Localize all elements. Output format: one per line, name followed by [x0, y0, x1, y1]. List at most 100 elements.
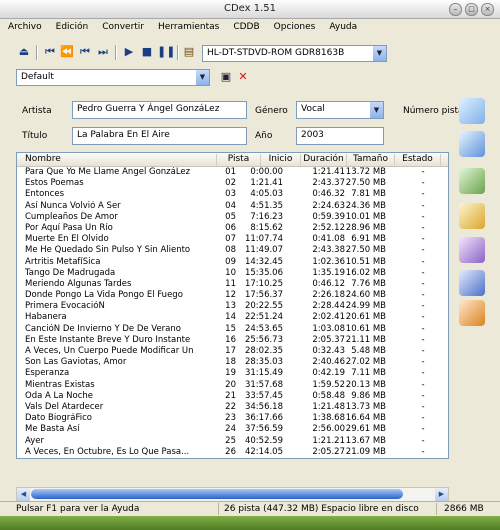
minimize-button[interactable]: – — [449, 3, 462, 16]
table-row[interactable]: Muerte En El Olvido 07 11:07.74 0:41.08 6.91… — [17, 234, 448, 245]
track-start: 24:53.65 — [244, 323, 283, 334]
table-row[interactable]: Por Aquí Pasa Un Río 06 8:15.62 2:52.12 28.9… — [17, 223, 448, 234]
track-name: Donde Pongo La Vida Pongo El Fuego — [25, 290, 183, 301]
cddb-query-icon[interactable] — [459, 270, 485, 296]
table-row[interactable]: Me He Quedado Sin Pulso Y Sin Aliento 08 1… — [17, 245, 448, 256]
eject-icon[interactable]: ⏏ — [16, 44, 32, 60]
desktop-background — [0, 516, 500, 530]
horizontal-scrollbar[interactable]: ◀ ▶ — [16, 487, 449, 502]
genre-label: Género — [255, 106, 288, 116]
table-row[interactable]: En Este Instante Breve Y Duro Instante 16… — [17, 335, 448, 346]
title-field[interactable]: La Palabra En El Aire — [72, 127, 247, 145]
track-status: - — [421, 245, 425, 256]
table-row[interactable]: Cumpleaños De Amor 05 7:16.23 0:59.39 10.01 … — [17, 212, 448, 223]
track-status: - — [421, 357, 425, 368]
extract-partial-icon[interactable] — [459, 168, 485, 194]
preset-select[interactable]: Default ▼ — [16, 69, 210, 86]
extract-mp3-icon[interactable] — [459, 131, 485, 157]
stop-icon[interactable]: ■ — [139, 44, 155, 60]
next-track-icon[interactable]: ⏭ — [95, 44, 111, 60]
track-duration: 2:43.37 — [312, 178, 345, 189]
scroll-right-icon[interactable]: ▶ — [435, 488, 448, 501]
menu-ayuda[interactable]: Ayuda — [321, 20, 363, 38]
track-size: 28.96 MB — [345, 222, 386, 233]
track-table: Nombre Pista Inicio Duración Tamaño Esta… — [16, 152, 449, 459]
table-row[interactable]: Tango De Madrugada 10 15:35.06 1:35.19 16.02… — [17, 268, 448, 279]
cd-info-icon[interactable]: ▤ — [181, 44, 197, 60]
table-row[interactable]: Me Basta Así 24 37:56.59 2:56.00 29.61 MB - — [17, 424, 448, 435]
convert-compressed-icon[interactable] — [459, 237, 485, 263]
table-row[interactable]: Son Las Gaviotas, Amor 18 28:35.03 2:40.46 2… — [17, 357, 448, 368]
table-row[interactable]: Mientras Existas 20 31:57.68 1:59.52 20.13 M… — [17, 380, 448, 391]
play-icon[interactable]: ▶ — [121, 44, 137, 60]
track-size: 20.13 MB — [345, 379, 386, 390]
prev-track-icon[interactable]: ⏮ — [77, 44, 93, 60]
close-button[interactable]: × — [481, 3, 494, 16]
track-start: 8:15.62 — [250, 222, 283, 233]
track-duration: 1:35.19 — [312, 267, 345, 278]
table-row[interactable]: A Veces, Un Cuerpo Puede Modificar Un ..… — [17, 346, 448, 357]
track-name: Oda A La Noche — [25, 390, 94, 401]
maximize-button[interactable]: □ — [465, 3, 478, 16]
table-row[interactable]: Estos Poemas 02 1:21.41 2:43.37 27.50 MB - — [17, 178, 448, 189]
table-row[interactable]: Donde Pongo La Vida Pongo El Fuego 12 17:5… — [17, 290, 448, 301]
extract-wav-icon[interactable] — [459, 98, 485, 124]
track-duration: 1:02.36 — [312, 256, 345, 267]
pause-icon[interactable]: ❚❚ — [157, 44, 175, 60]
table-row[interactable]: Esperanza 19 31:15.49 0:42.19 7.11 MB - — [17, 368, 448, 379]
table-row[interactable]: CancióN De Invierno Y De De Verano 15 24:5… — [17, 324, 448, 335]
skip-back-icon[interactable]: ⏮ — [42, 44, 58, 60]
column-header-duration[interactable]: Duración — [301, 154, 347, 166]
chevron-down-icon[interactable]: ▼ — [373, 46, 386, 61]
menu-edicion[interactable]: Edición — [48, 20, 95, 38]
column-header-start[interactable]: Inicio — [261, 154, 301, 166]
save-icon[interactable]: ▣ — [219, 70, 233, 84]
year-field[interactable]: 2003 — [296, 127, 384, 145]
rewind-icon[interactable]: ⏪ — [59, 44, 75, 60]
table-row[interactable]: Así Nunca Volvió A Ser 04 4:51.35 2:24.63 24… — [17, 201, 448, 212]
settings-icon[interactable] — [459, 300, 485, 326]
column-header-name[interactable]: Nombre — [17, 154, 217, 166]
table-row[interactable]: Ayer 25 40:52.59 1:21.21 13.67 MB - — [17, 436, 448, 447]
window-title: CDex 1.51 — [223, 3, 277, 14]
track-start: 34:56.18 — [244, 401, 283, 412]
track-size: 13.67 MB — [345, 435, 386, 446]
table-row[interactable]: Artritis MetafíSica 09 14:32.45 1:02.36 10.5… — [17, 257, 448, 268]
menu-opciones[interactable]: Opciones — [266, 20, 322, 38]
menu-herramientas[interactable]: Herramientas — [150, 20, 225, 38]
column-header-status[interactable]: Estado — [395, 154, 441, 166]
track-duration: 2:24.63 — [312, 200, 345, 211]
column-header-track[interactable]: Pista — [217, 154, 261, 166]
menu-convertir[interactable]: Convertir — [94, 20, 150, 38]
scrollbar-thumb[interactable] — [31, 489, 403, 499]
track-status: - — [421, 390, 425, 401]
scroll-left-icon[interactable]: ◀ — [17, 488, 30, 501]
genre-select[interactable]: Vocal ▼ — [296, 101, 384, 119]
column-header-size[interactable]: Tamaño — [347, 154, 395, 166]
drive-select[interactable]: HL-DT-STDVD-ROM GDR8163B ▼ — [202, 45, 387, 62]
menu-cddb[interactable]: CDDB — [225, 20, 265, 38]
chevron-down-icon[interactable]: ▼ — [370, 102, 383, 118]
chevron-down-icon[interactable]: ▼ — [196, 70, 209, 85]
table-row[interactable]: Para Que Yo Me Llame Ángel GonzáLez 01 0:0… — [17, 167, 448, 178]
table-row[interactable]: A Veces, En Octubre, Es Lo Que Pasa... 26… — [17, 447, 448, 458]
convert-wav-icon[interactable] — [459, 203, 485, 229]
track-number: 10 — [225, 267, 236, 278]
table-row[interactable]: Vals Del Atardecer 22 34:56.18 1:21.48 13.73… — [17, 402, 448, 413]
table-row[interactable]: Habanera 14 22:51.24 2:02.41 20.61 MB - — [17, 312, 448, 323]
track-status: - — [421, 312, 425, 323]
table-row[interactable]: Primera EvocacióN 13 20:22.55 2:28.44 24.99 … — [17, 301, 448, 312]
table-row[interactable]: Oda A La Noche 21 33:57.45 0:58.48 9.86 MB - — [17, 391, 448, 402]
table-row[interactable]: Entonces 03 4:05.03 0:46.32 7.81 MB - — [17, 189, 448, 200]
track-status: - — [421, 234, 425, 245]
track-number: 24 — [225, 424, 236, 435]
delete-icon[interactable]: ✕ — [236, 70, 250, 84]
track-duration: 0:59.39 — [312, 211, 345, 222]
menu-archivo[interactable]: Archivo — [0, 20, 48, 38]
track-start: 28:02.35 — [244, 346, 283, 356]
artist-field[interactable]: Pedro Guerra Y Ángel GonzáLez — [72, 101, 247, 119]
table-row[interactable]: Meriendo Algunas Tardes 11 17:10.25 0:46.12… — [17, 279, 448, 290]
track-start: 37:56.59 — [244, 424, 283, 435]
track-number: 18 — [225, 357, 236, 368]
table-row[interactable]: Dato BiográFico 23 36:17.66 1:38.68 16.64 MB… — [17, 413, 448, 424]
